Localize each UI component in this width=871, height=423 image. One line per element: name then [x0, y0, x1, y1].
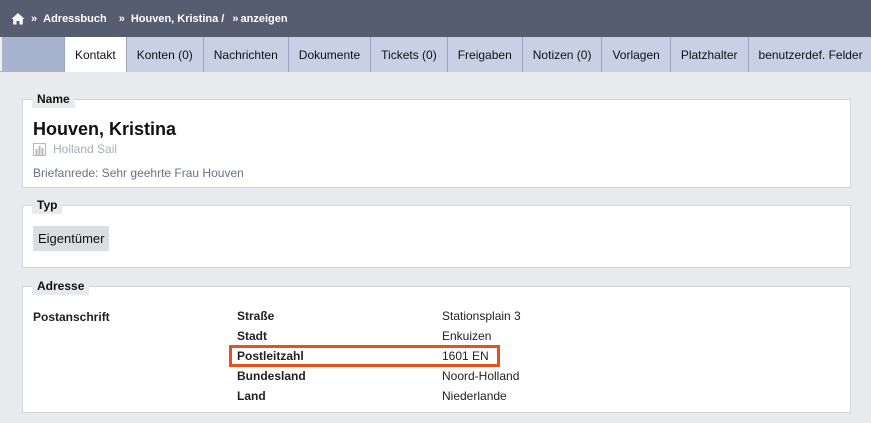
address-type-label: Postanschrift	[33, 310, 110, 324]
address-row-land: Land Niederlande	[237, 386, 507, 406]
tab-bar: Kontakt Konten (0) Nachrichten Dokumente…	[0, 37, 871, 72]
tab-nachrichten[interactable]: Nachrichten	[202, 37, 288, 72]
type-legend: Typ	[32, 196, 63, 214]
contact-name: Houven, Kristina	[33, 119, 177, 139]
building-icon	[33, 142, 46, 156]
tab-platzhalter[interactable]: Platzhalter	[669, 37, 748, 72]
tab-benutzerdef-felder[interactable]: benutzerdef. Felder	[747, 37, 871, 72]
breadcrumb-bar: » Adressbuch » Houven, Kristina / » anze…	[0, 0, 871, 37]
type-badge: Eigentümer	[33, 226, 110, 251]
address-value: Stationsplain 3	[442, 309, 521, 323]
address-row-bundesland: Bundesland Noord-Holland	[237, 366, 519, 386]
address-key: Stadt	[237, 329, 267, 343]
breadcrumb-adressbuch[interactable]: Adressbuch	[43, 13, 107, 25]
tab-dokumente[interactable]: Dokumente	[287, 37, 371, 72]
tab-tickets[interactable]: Tickets (0)	[370, 37, 447, 72]
home-icon[interactable]	[11, 12, 25, 26]
type-section: Typ Eigentümer	[22, 196, 851, 268]
address-row-strasse: Straße Stationsplain 3	[237, 306, 521, 326]
address-key: Straße	[237, 309, 275, 323]
tab-vorlagen[interactable]: Vorlagen	[601, 37, 670, 72]
address-legend: Adresse	[32, 277, 90, 295]
name-legend: Name	[32, 90, 75, 108]
address-row-stadt: Stadt Enkuizen	[237, 326, 491, 346]
breadcrumb-separator: »	[31, 12, 38, 25]
breadcrumb-separator: »	[232, 12, 239, 25]
tab-bar-lead	[2, 37, 64, 72]
address-key: Land	[237, 389, 266, 403]
salutation: Briefanrede: Sehr geehrte Frau Houven	[33, 166, 244, 180]
address-section: Adresse Postanschrift Straße Stationspla…	[22, 277, 851, 413]
breadcrumb-contact[interactable]: Houven, Kristina /	[131, 13, 225, 25]
highlight-box	[229, 345, 500, 367]
breadcrumb-separator: »	[118, 12, 125, 25]
company-link[interactable]: Holland Sail	[33, 142, 117, 156]
tab-kontakt[interactable]: Kontakt	[64, 37, 126, 72]
address-value: Noord-Holland	[442, 369, 520, 383]
tab-konten[interactable]: Konten (0)	[125, 37, 203, 72]
breadcrumb-anzeigen: anzeigen	[240, 12, 288, 25]
tab-freigaben[interactable]: Freigaben	[446, 37, 522, 72]
address-value: Niederlande	[442, 389, 507, 403]
address-key: Bundesland	[237, 369, 306, 383]
address-value: Enkuizen	[442, 329, 492, 343]
tab-list: Kontakt Konten (0) Nachrichten Dokumente…	[64, 37, 871, 72]
name-section: Name Houven, Kristina Holland Sail Brief…	[22, 90, 851, 188]
tab-notizen[interactable]: Notizen (0)	[521, 37, 602, 72]
company-name: Holland Sail	[53, 142, 118, 156]
